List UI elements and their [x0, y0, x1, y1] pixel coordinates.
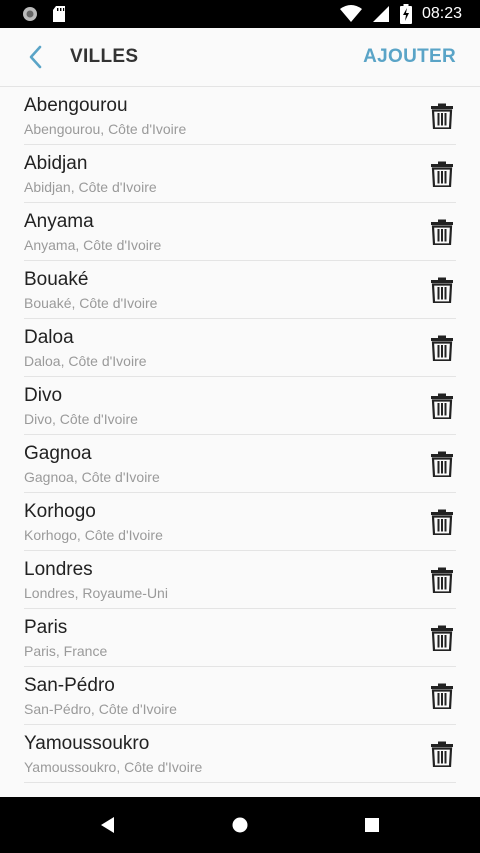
trash-icon[interactable] [430, 567, 454, 593]
trash-icon[interactable] [430, 335, 454, 361]
notification-dot-icon [23, 7, 37, 21]
city-location: Londres, Royaume-Uni [24, 585, 168, 601]
city-location: Anyama, Côte d'Ivoire [24, 237, 162, 253]
city-name: Abengourou [24, 95, 128, 116]
trash-icon[interactable] [430, 451, 454, 477]
city-row[interactable]: San-Pédro San-Pédro, Côte d'Ivoire [24, 667, 456, 725]
city-name: Divo [24, 385, 63, 406]
trash-icon[interactable] [430, 625, 454, 651]
trash-icon[interactable] [430, 509, 454, 535]
city-row[interactable]: Anyama Anyama, Côte d'Ivoire [24, 203, 456, 261]
city-location: Abengourou, Côte d'Ivoire [24, 121, 187, 137]
trash-icon[interactable] [430, 161, 454, 187]
home-circle-icon[interactable] [228, 813, 252, 837]
wifi-icon [339, 5, 362, 22]
city-row[interactable]: Divo Divo, Côte d'Ivoire [24, 377, 456, 435]
back-triangle-icon[interactable] [96, 813, 120, 837]
city-location: Gagnoa, Côte d'Ivoire [24, 469, 160, 485]
city-name: Gagnoa [24, 443, 92, 464]
recents-square-icon[interactable] [360, 813, 384, 837]
city-name: Daloa [24, 327, 74, 348]
city-row[interactable]: Abengourou Abengourou, Côte d'Ivoire [24, 87, 456, 145]
trash-icon[interactable] [430, 393, 454, 419]
trash-icon[interactable] [430, 219, 454, 245]
city-name: Korhogo [24, 501, 96, 522]
city-row[interactable]: Yamoussoukro Yamoussoukro, Côte d'Ivoire [24, 725, 456, 783]
city-location: Abidjan, Côte d'Ivoire [24, 179, 157, 195]
add-button[interactable]: AJOUTER [363, 46, 456, 68]
city-name: Anyama [24, 211, 94, 232]
navigation-bar [0, 797, 480, 853]
page-title: VILLES [70, 46, 139, 67]
app-bar: VILLES AJOUTER [0, 28, 480, 87]
trash-icon[interactable] [430, 741, 454, 767]
city-row[interactable]: Daloa Daloa, Côte d'Ivoire [24, 319, 456, 377]
status-bar: 08:23 [0, 0, 480, 28]
trash-icon[interactable] [430, 683, 454, 709]
city-name: Londres [24, 559, 93, 580]
signal-icon [372, 6, 389, 22]
city-location: San-Pédro, Côte d'Ivoire [24, 701, 177, 717]
city-location: Divo, Côte d'Ivoire [24, 411, 138, 427]
trash-icon[interactable] [430, 103, 454, 129]
city-name: Yamoussoukro [24, 733, 150, 754]
city-row[interactable]: Bouaké Bouaké, Côte d'Ivoire [24, 261, 456, 319]
city-name: Abidjan [24, 153, 88, 174]
back-arrow-icon[interactable] [22, 43, 50, 71]
city-location: Yamoussoukro, Côte d'Ivoire [24, 759, 203, 775]
sd-card-icon [53, 6, 65, 22]
city-location: Bouaké, Côte d'Ivoire [24, 295, 158, 311]
city-name: Bouaké [24, 269, 89, 290]
status-time: 08:23 [421, 5, 462, 22]
city-row[interactable]: Gagnoa Gagnoa, Côte d'Ivoire [24, 435, 456, 493]
city-name: Paris [24, 617, 68, 638]
city-row[interactable]: Paris Paris, France [24, 609, 456, 667]
trash-icon[interactable] [430, 277, 454, 303]
city-row[interactable]: Korhogo Korhogo, Côte d'Ivoire [24, 493, 456, 551]
city-row[interactable]: Londres Londres, Royaume-Uni [24, 551, 456, 609]
city-location: Daloa, Côte d'Ivoire [24, 353, 147, 369]
city-location: Paris, France [24, 643, 108, 659]
city-location: Korhogo, Côte d'Ivoire [24, 527, 163, 543]
city-list: Abengourou Abengourou, Côte d'Ivoire Abi… [0, 87, 480, 797]
battery-charging-icon [399, 4, 412, 24]
city-name: San-Pédro [24, 675, 115, 696]
city-row[interactable]: Abidjan Abidjan, Côte d'Ivoire [24, 145, 456, 203]
